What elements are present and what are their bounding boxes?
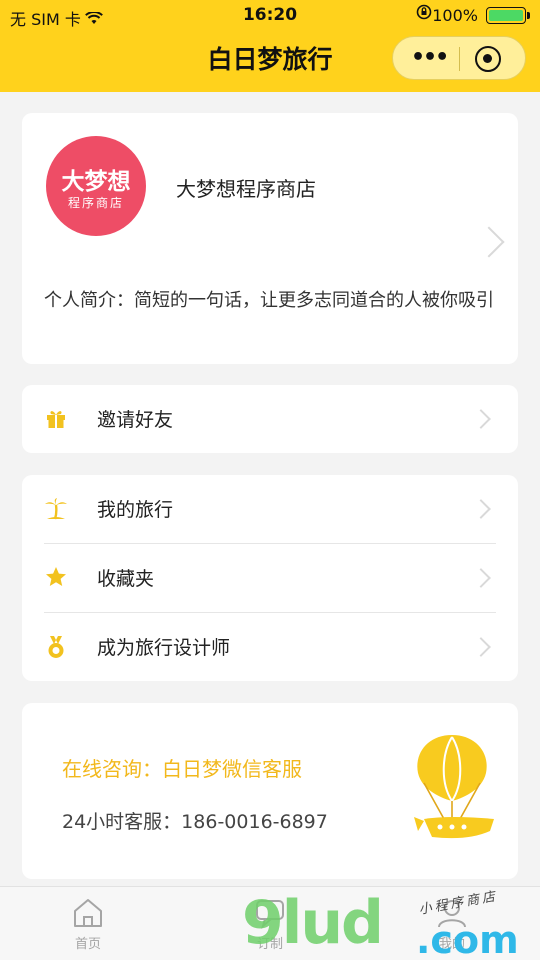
menu-item-favorites[interactable]: 收藏夹 — [44, 544, 496, 612]
invite-card: 邀请好友 — [22, 385, 518, 453]
home-icon — [71, 897, 105, 929]
rotation-lock-icon — [416, 4, 432, 24]
profile-intro: 个人简介：简短的一句话，让更多志同道合的人被你吸引 — [44, 290, 494, 311]
menu-item-label: 成为旅行设计师 — [97, 637, 231, 659]
mini-program-capsule: ••• — [392, 36, 526, 80]
invite-label: 邀请好友 — [97, 409, 174, 431]
gift-icon — [44, 407, 68, 431]
hot-air-balloon-icon — [410, 733, 498, 845]
menu-card: 我的旅行 收藏夹 成为旅行设计师 — [22, 475, 518, 681]
watermark-logo: 9lud — [242, 888, 384, 958]
battery-percent: 100% — [432, 6, 478, 25]
online-consult-text[interactable]: 在线咨询：白日梦微信客服 — [62, 753, 302, 782]
avatar-subtitle: 程序商店 — [67, 196, 124, 210]
menu-item-my-trips[interactable]: 我的旅行 — [44, 475, 496, 543]
shop-name: 大梦想程序商店 — [176, 177, 316, 201]
tab-home[interactable]: 首页 — [38, 893, 138, 952]
invite-friends-item[interactable]: 邀请好友 — [44, 385, 496, 453]
profile-card[interactable]: 大梦想 程序商店 大梦想程序商店 个人简介：简短的一句话，让更多志同道合的人被你… — [22, 113, 518, 364]
chevron-right-icon — [471, 409, 491, 429]
avatar: 大梦想 程序商店 — [46, 136, 146, 236]
chevron-right-icon — [471, 499, 491, 519]
chevron-right-icon — [471, 637, 491, 657]
contact-card[interactable]: 在线咨询：白日梦微信客服 24小时客服：186-0016-6897 — [22, 703, 518, 879]
menu-item-become-designer[interactable]: 成为旅行设计师 — [44, 613, 496, 681]
hotline-text[interactable]: 24小时客服：186-0016-6897 — [62, 807, 328, 834]
tab-label: 首页 — [74, 937, 101, 952]
palm-tree-icon — [44, 497, 68, 521]
chevron-right-icon — [471, 568, 491, 588]
watermark-domain: .com — [416, 918, 519, 960]
status-bar: 无 SIM 卡 16:20 100% — [0, 0, 540, 30]
menu-item-label: 收藏夹 — [97, 568, 155, 590]
avatar-title: 大梦想 — [61, 169, 131, 195]
battery-icon — [486, 7, 530, 24]
more-dots-icon[interactable]: ••• — [411, 45, 449, 70]
menu-item-label: 我的旅行 — [97, 499, 174, 521]
target-icon[interactable] — [475, 46, 501, 72]
medal-icon — [44, 635, 68, 659]
star-icon — [44, 566, 68, 590]
chevron-right-icon — [473, 226, 505, 258]
top-bar: 无 SIM 卡 16:20 100% 白日梦旅行 ••• — [0, 0, 540, 92]
